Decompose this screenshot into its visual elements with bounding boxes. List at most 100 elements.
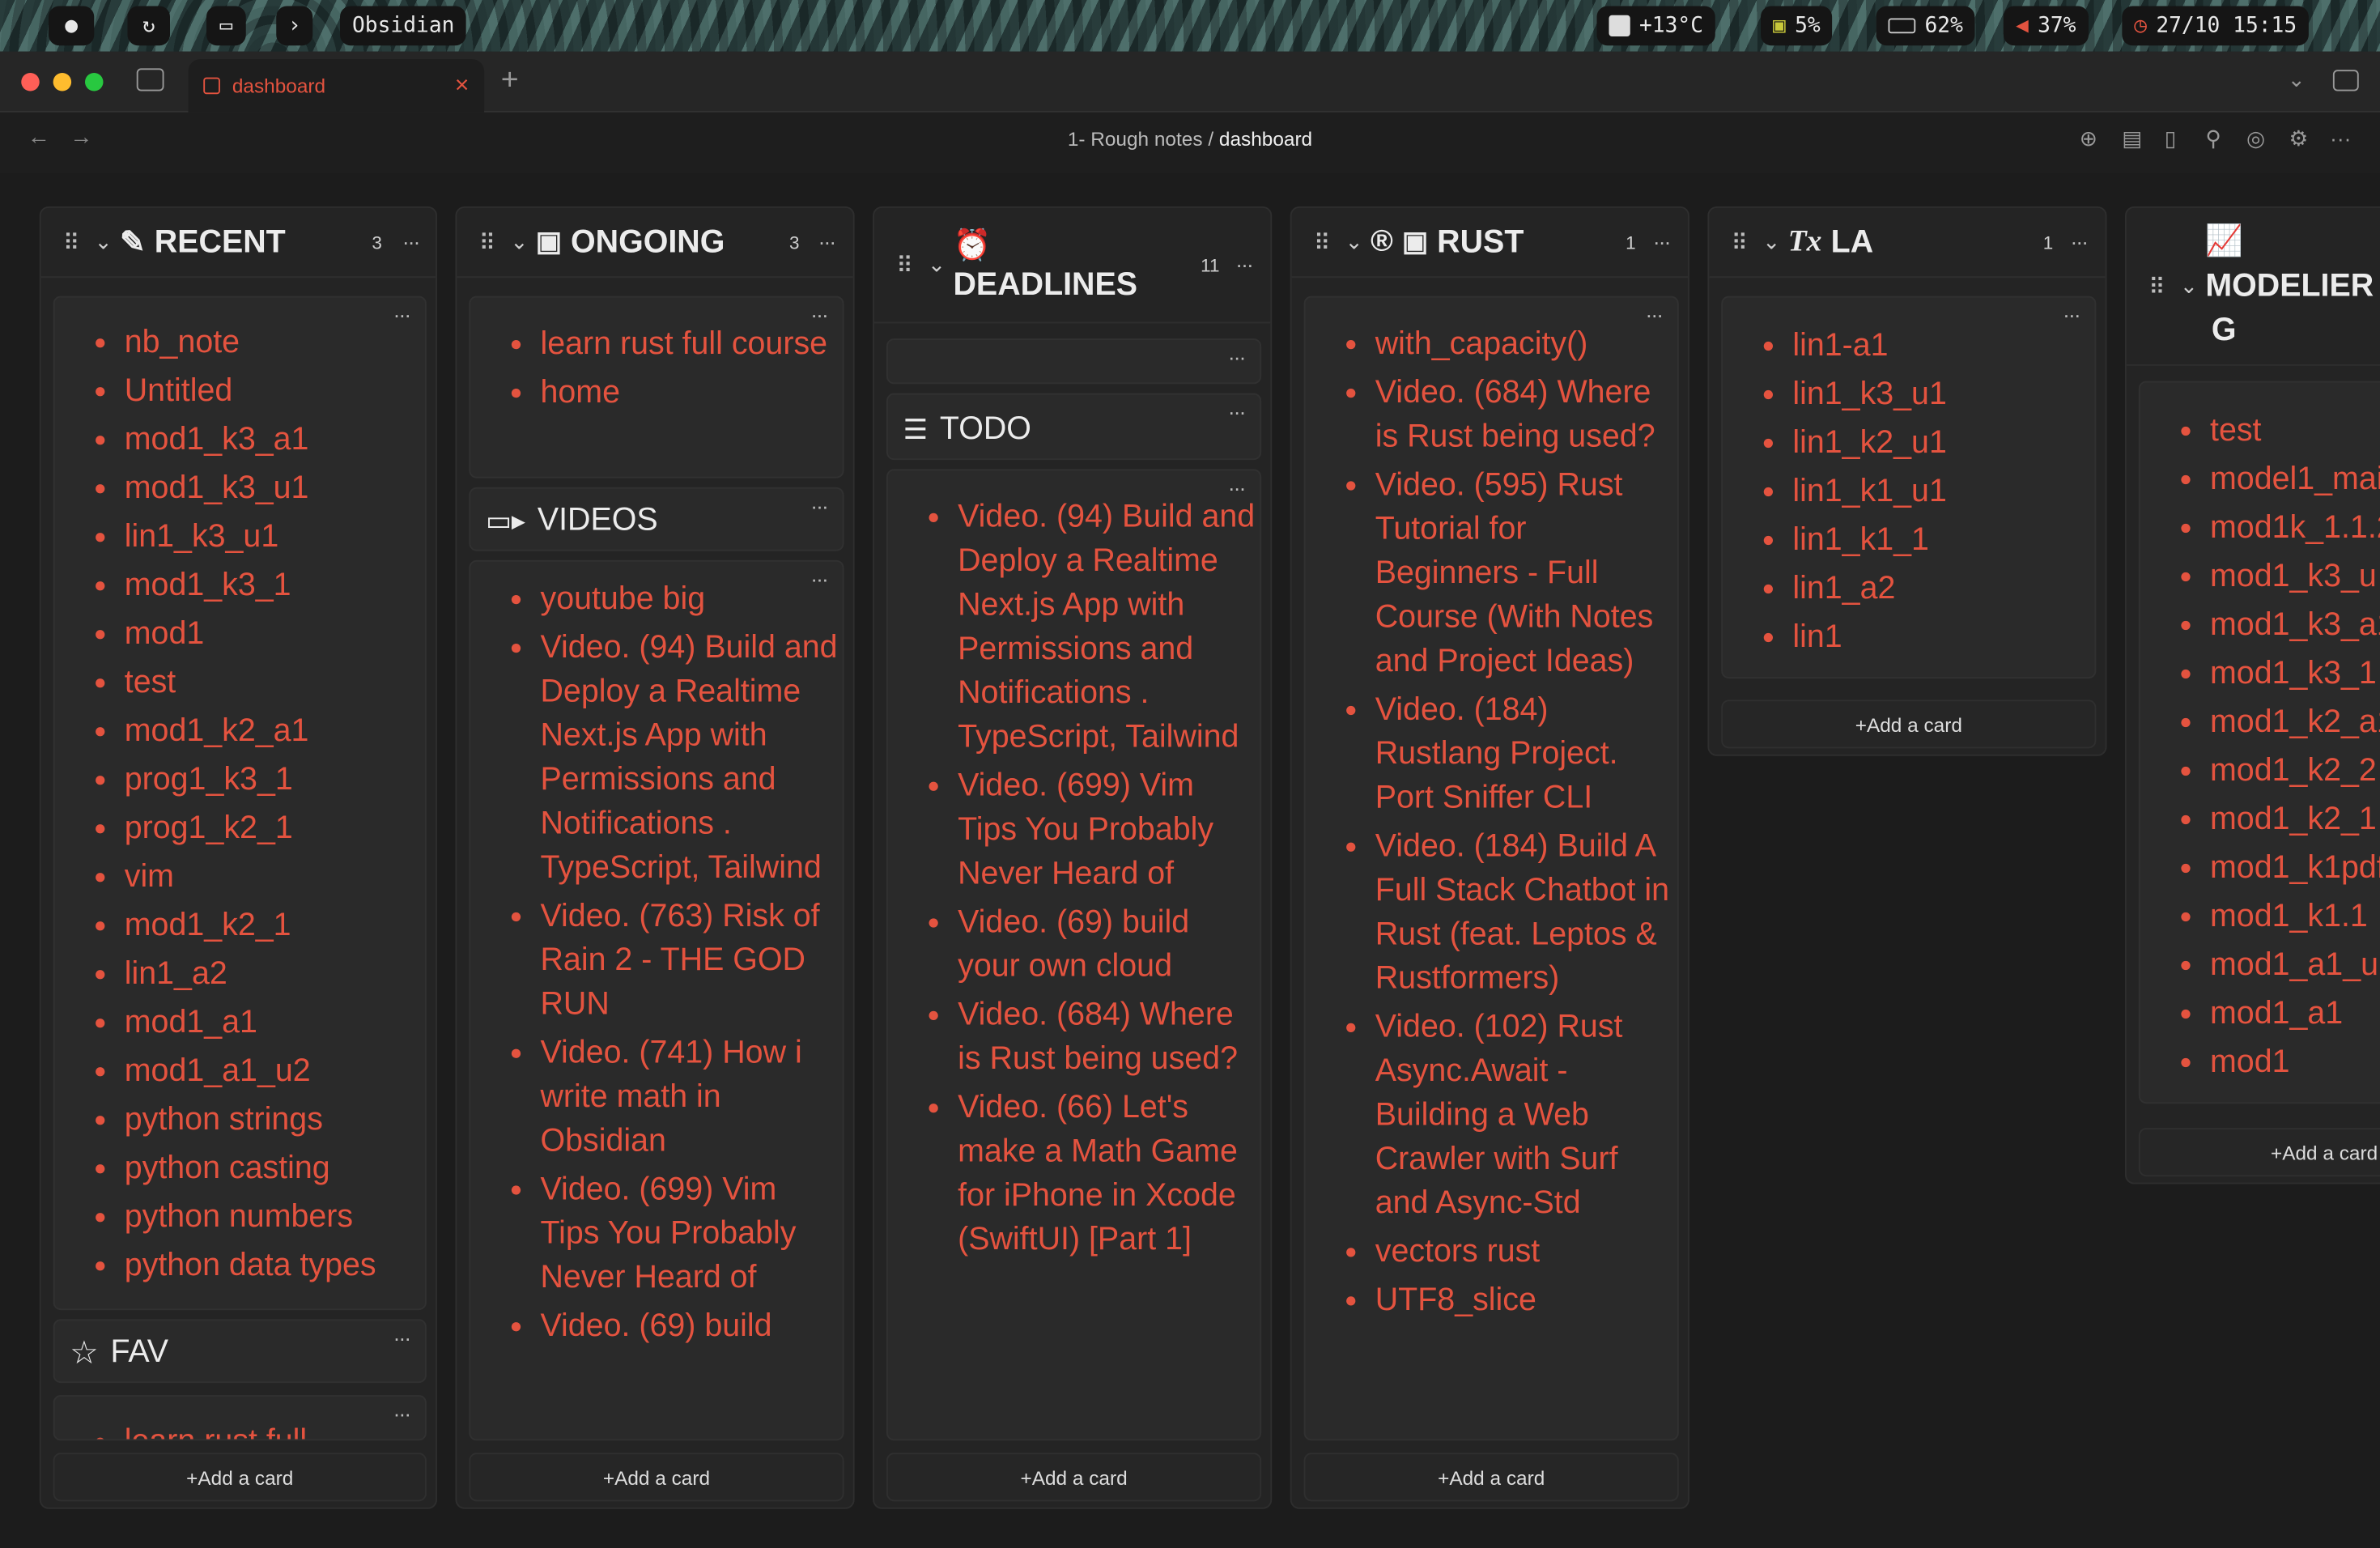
list-item[interactable]: model1_mai [2210,456,2380,504]
list-item[interactable]: test [125,659,425,708]
card-rust-list[interactable]: ··· with_capacity() Video. (684) Where i… [1303,296,1679,1441]
list-item[interactable]: mod1_k2_a1 [2210,699,2380,747]
chevron-down-icon[interactable]: ⌄ [1755,229,1788,255]
lane-more-button[interactable]: ··· [1235,252,1254,276]
list-item[interactable]: mod1_k2_1 [125,902,425,950]
drag-handle-icon[interactable]: ⠿ [53,228,87,256]
lane-title[interactable]: 📈 MODELIER G [2205,220,2374,352]
list-item[interactable]: Video. (66) Let's make a Math Game for i… [958,1086,1260,1262]
settings-icon[interactable]: ⚙ [2289,126,2309,152]
list-item[interactable]: Video. (184) Build A Full Stack Chatbot … [1375,824,1677,1001]
drag-handle-icon[interactable]: ⠿ [886,251,920,279]
card-la-list[interactable]: ··· lin1-a1 lin1_k3_u1 lin1_k2_u1 lin1_k… [1721,296,2097,679]
card-more-button[interactable]: ··· [1228,345,1247,369]
list-item[interactable]: lin1_a2 [125,950,425,999]
lane-more-button[interactable]: ··· [2071,229,2089,253]
add-card-button[interactable]: +Add a card [886,1452,1262,1502]
volume-widget[interactable]: ◀ 37% [2004,6,2089,46]
list-item[interactable]: lin1-a1 [1792,322,2094,371]
list-item[interactable]: nb_note [125,319,425,368]
list-item[interactable]: mod1k_1.1.2 [2210,504,2380,553]
list-item[interactable]: Video. (699) Vim Tips You Probably Never… [541,1167,843,1299]
weather-widget[interactable]: +13°C [1596,6,1716,46]
card-fav-list[interactable]: ··· learn rust full [53,1395,427,1441]
list-item[interactable]: lin1_k1_u1 [1792,468,2094,517]
list-item[interactable]: Video. (684) Where is Rust being used? [958,993,1260,1081]
add-card-button[interactable]: +Add a card [2138,1128,2380,1177]
list-item[interactable]: mod1_k3_u [2210,553,2380,602]
list-item[interactable]: mod1_k2_1 [2210,796,2380,844]
add-list-icon[interactable]: ⊕ [2080,126,2097,152]
maximize-window-button[interactable] [85,73,104,91]
terminal-button[interactable]: ▭ [206,6,246,46]
chevron-down-icon[interactable]: ⌄ [87,229,120,255]
list-item[interactable]: Video. (94) Build and Deploy a Realtime … [541,626,843,890]
list-item[interactable]: Video. (684) Where is Rust being used? [1375,371,1677,459]
chevron-right-button[interactable]: › [276,6,313,46]
lane-title[interactable]: ⏰ DEADLINES [954,226,1138,304]
list-item[interactable]: mod1_k3_1 [125,562,425,610]
lane-more-button[interactable]: ··· [818,229,837,253]
card-todo-list[interactable]: ··· Video. (94) Build and Deploy a Realt… [886,469,1262,1441]
list-item[interactable]: lin1_k3_u1 [1792,371,2094,419]
list-item[interactable]: Video. (741) How i write math in Obsidia… [541,1031,843,1163]
list-item[interactable]: Video. (184) Rustlang Project. Port Snif… [1375,687,1677,819]
card-more-button[interactable]: ··· [2063,302,2081,326]
lane-more-button[interactable]: ··· [402,229,421,253]
list-item[interactable]: mod1 [125,610,425,659]
minimize-window-button[interactable] [53,73,72,91]
list-item[interactable]: lin1_a2 [1792,565,2094,614]
list-item[interactable]: python numbers [125,1193,425,1242]
list-item[interactable]: lin1_k2_u1 [1792,419,2094,468]
card-empty[interactable]: ··· [886,338,1262,385]
list-item[interactable]: mod1_k3_a1 [2210,602,2380,650]
list-item[interactable]: mod1_k2_a1 [125,708,425,756]
breadcrumb-parent[interactable]: 1- Rough notes [1068,128,1203,151]
add-card-button[interactable]: +Add a card [1303,1452,1679,1502]
drag-handle-icon[interactable]: ⠿ [469,228,502,256]
refresh-button[interactable]: ↻ [127,6,170,46]
card-videos-list[interactable]: ··· youtube big Video. (94) Build and De… [469,559,844,1441]
list-item[interactable]: mod1_k1pdf [2210,844,2380,893]
battery-widget[interactable]: 62% [1876,6,1975,46]
list-item[interactable]: vim [125,853,425,902]
chevron-down-icon[interactable]: ⌄ [920,252,953,278]
list-item[interactable]: python data types [125,1242,425,1291]
list-item[interactable]: home [541,371,843,415]
list-item[interactable]: mod1_k3_a1 [125,416,425,465]
list-item[interactable]: Video. (69) build your own cloud [958,900,1260,989]
list-item[interactable]: lin1_k1_1 [1792,517,2094,565]
new-tab-button[interactable]: + [501,64,519,99]
list-item[interactable]: prog1_k2_1 [125,805,425,853]
list-item[interactable]: Video. (102) Rust Async.Await - Building… [1375,1005,1677,1225]
tab-close-button[interactable]: × [455,72,470,100]
lane-title[interactable]: ▣ ONGOING [536,224,725,261]
sidebar-toggle-icon[interactable] [136,68,164,91]
list-item[interactable]: mod1_k2_2 [2210,747,2380,796]
list-item[interactable]: mod1_k3_u1 [125,465,425,513]
card-more-button[interactable]: ··· [393,1401,412,1426]
right-sidebar-toggle-icon[interactable] [2332,70,2359,91]
card-modeling-list[interactable]: test model1_mai mod1k_1.1.2 mod1_k3_u mo… [2138,381,2380,1104]
list-item[interactable]: with_capacity() [1375,322,1677,366]
cpu-widget[interactable]: ▣ 5% [1761,6,1833,46]
list-item[interactable]: vectors rust [1375,1230,1677,1274]
list-item[interactable]: mod1_k1.1 [2210,893,2380,942]
list-item[interactable]: Video. (699) Vim Tips You Probably Never… [958,763,1260,895]
card-fav-heading[interactable]: ··· ☆ FAV [53,1319,427,1384]
card-recent-list[interactable]: ··· nb_note Untitled mod1_k3_a1 mod1_k3_… [53,296,427,1311]
tab-dashboard[interactable]: dashboard × [188,59,485,113]
card-more-button[interactable]: ··· [393,302,412,326]
list-item[interactable]: mod1_a1_u2 [125,1048,425,1096]
add-card-button[interactable]: +Add a card [1721,700,2097,749]
list-item[interactable]: Video. (94) Build and Deploy a Realtime … [958,495,1260,759]
card-ongoing-list[interactable]: ··· learn rust full course home [469,296,844,478]
chevron-down-icon[interactable]: ⌄ [1337,229,1371,255]
close-window-button[interactable] [21,73,40,91]
card-videos-heading[interactable]: ··· ▭▸ VIDEOS [469,487,844,551]
list-item[interactable]: Video. (595) Rust Tutorial for Beginners… [1375,463,1677,683]
drag-handle-icon[interactable]: ⠿ [2139,273,2172,300]
search-icon[interactable]: ⚲ [2205,126,2221,152]
list-item[interactable]: lin1 [1792,614,2094,662]
lane-title[interactable]: Tx LA [1788,224,1873,261]
